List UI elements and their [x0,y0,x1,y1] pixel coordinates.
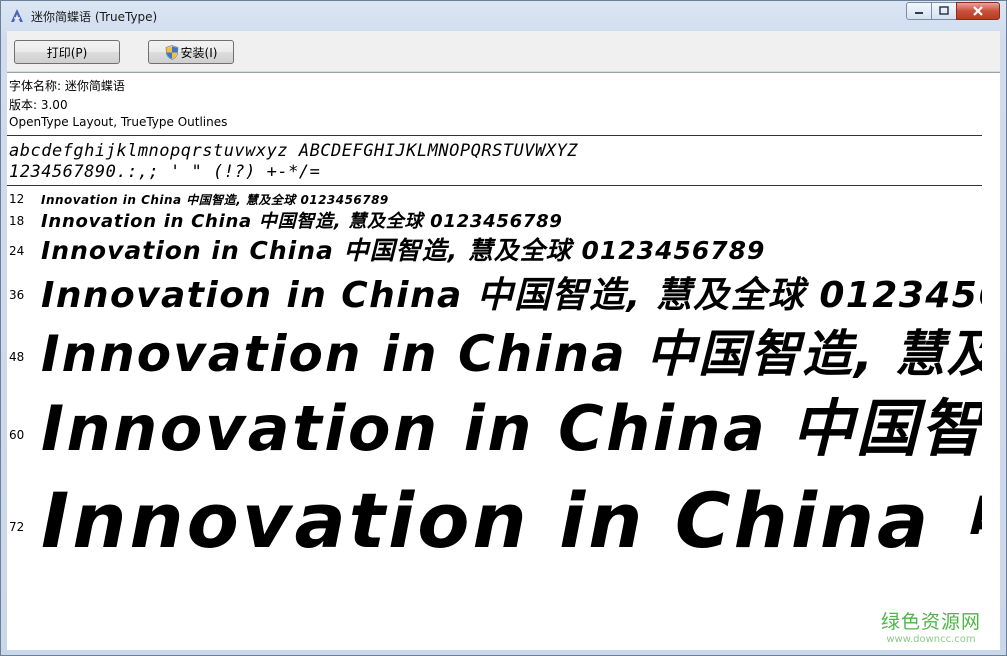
sample-text: Innovation in China 中国智造, 慧及全球 012345678… [41,193,389,207]
print-button[interactable]: 打印(P) [14,40,120,64]
charset-letters: abcdefghijklmnopqrstuvwxyz ABCDEFGHIJKLM… [9,141,578,161]
size-label: 18 [9,214,25,228]
close-button[interactable] [956,2,1000,20]
install-button-label: 安装(I) [180,45,218,60]
sample-text: Innovation in China 中国智造, 慧及全球 012345678… [41,476,1000,565]
font-type-line: OpenType Layout, TrueType Outlines [9,115,228,129]
size-label: 36 [9,288,25,302]
maximize-icon [939,6,949,15]
window-title: 迷你简蝶语 (TrueType) [31,10,158,24]
sample-text: Innovation in China 中国智造, 慧及全球 012345678… [41,325,1000,383]
watermark-url: www.downcc.com [886,634,976,645]
sample-text: Innovation in China 中国智造, 慧及全球 012345678… [41,275,1000,316]
caption-buttons [906,2,1000,22]
font-viewer-window: 迷你简蝶语 (TrueType) 打印(P) 安装(I) 字体名称: 迷你简蝶语… [0,0,1007,656]
sample-text: Innovation in China 中国智造, 慧及全球 012345678… [41,392,1000,465]
size-label: 12 [9,192,25,206]
sample-text: Innovation in China 中国智造, 慧及全球 012345678… [41,236,766,265]
preview-right-edge [982,73,1000,650]
font-version-line: 版本: 3.00 [9,98,68,112]
font-preview-area[interactable]: 字体名称: 迷你简蝶语 版本: 3.00 OpenType Layout, Tr… [7,72,1000,650]
minimize-button[interactable] [906,2,932,20]
divider-top [7,135,982,136]
size-label: 72 [9,520,25,534]
size-label: 48 [9,350,25,364]
sample-text: Innovation in China 中国智造, 慧及全球 012345678… [41,211,563,232]
minimize-icon [915,12,923,14]
watermark-title: 绿色资源网 [880,611,981,633]
print-button-label: 打印(P) [46,45,88,60]
size-label: 60 [9,428,25,442]
install-button[interactable]: 安装(I) [148,40,234,64]
uac-shield-icon [165,44,178,60]
charset-digits-symbols: 1234567890.:,; ' " (!?) +-*/= [9,162,321,182]
watermark: 绿色资源网 www.downcc.com [871,607,991,645]
font-app-icon [11,9,23,22]
maximize-button[interactable] [931,2,957,20]
close-icon [973,6,983,16]
size-label: 24 [9,244,25,258]
toolbar: 打印(P) 安装(I) [7,31,1000,71]
divider-bottom [7,185,982,186]
font-name-line: 字体名称: 迷你简蝶语 [9,79,125,93]
title-bar[interactable]: 迷你简蝶语 (TrueType) [1,1,1006,31]
